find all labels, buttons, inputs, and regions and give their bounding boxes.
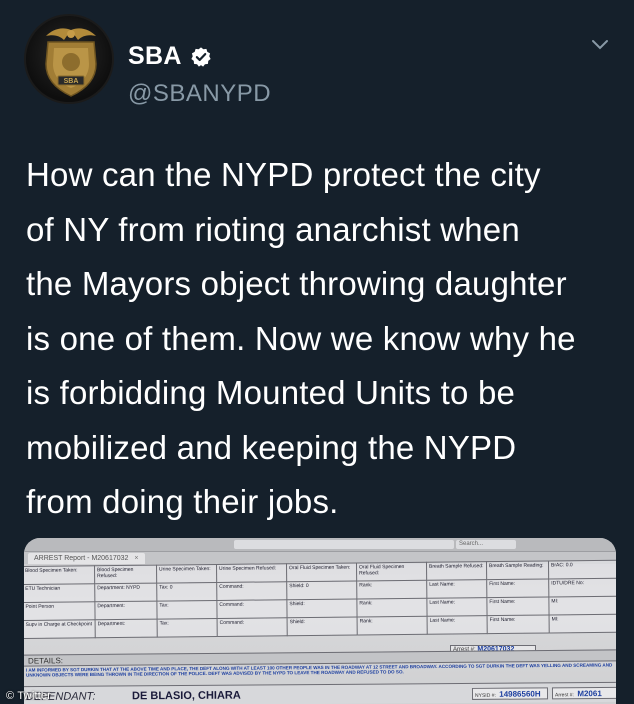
chevron-down-icon[interactable] xyxy=(590,38,610,52)
form-cell: Command: xyxy=(216,599,288,619)
arrest-form-table: Blood Specimen Taken: Blood Specimen Refu… xyxy=(24,560,616,639)
defendant-name: DE BLASIO, CHIARA xyxy=(131,689,241,703)
form-cell: First Name: xyxy=(486,578,549,598)
form-cell: Tax: xyxy=(156,600,218,620)
form-cell: Tax: 0 xyxy=(156,582,217,602)
form-cell: Supv in Charge at Checkpoint xyxy=(24,619,96,639)
form-cell: Blood Specimen Refused: xyxy=(94,565,157,584)
form-cell: Rank: xyxy=(356,580,427,599)
arrest-number-value-2: M2061 xyxy=(577,689,602,699)
name-row: SBA xyxy=(128,42,212,71)
browser-search: Search... xyxy=(456,540,516,549)
form-cell: Oral Fluid Specimen Taken: xyxy=(286,562,357,582)
browser-tab-label: ARREST Report - M20617032 xyxy=(34,555,129,562)
form-cell: Last Name: xyxy=(426,597,488,617)
form-cell: Command: xyxy=(217,617,288,637)
form-cell: BrAC: 0.0 xyxy=(548,560,616,579)
close-icon: × xyxy=(134,555,139,562)
form-cell: Last Name: xyxy=(426,579,487,599)
form-cell: Urine Specimen Taken: xyxy=(156,564,217,584)
form-cell: IDTU/DRE No: xyxy=(548,578,616,597)
form-cell: Blood Specimen Taken: xyxy=(24,565,95,585)
verified-check-icon xyxy=(190,46,212,68)
form-cell: Department: xyxy=(94,601,158,620)
nysid-field: NYSID #: 14986560H xyxy=(471,687,549,700)
browser-tab: ARREST Report - M20617032 × xyxy=(28,553,145,564)
form-cell: First Name: xyxy=(486,596,550,616)
form-cell: Department: NYPD xyxy=(94,583,157,602)
form-cell: MI: xyxy=(548,596,616,615)
tweet-image[interactable]: Search... ARREST Report - M20617032 × Blo… xyxy=(24,538,616,704)
form-cell: Rank: xyxy=(357,616,428,635)
handle[interactable]: @SBANYPD xyxy=(128,80,271,108)
address-bar xyxy=(234,540,454,549)
defendant-row: DEFENDANT: DE BLASIO, CHIARA NYSID #: 14… xyxy=(24,681,616,704)
form-cell: Point Person xyxy=(24,601,96,621)
form-cell: Shield: xyxy=(286,598,358,618)
form-cell: Department: xyxy=(95,619,158,638)
avatar[interactable]: SBA xyxy=(24,14,114,104)
form-cell: Command: xyxy=(216,581,287,601)
form-cell: Rank: xyxy=(356,598,428,617)
tweet-text: How can the NYPD protect the city of NY … xyxy=(26,156,576,520)
form-cell: Last Name: xyxy=(427,615,488,635)
twitter-watermark: © Twitter xyxy=(6,690,52,702)
form-cell: Shield: xyxy=(287,616,358,636)
form-cell: First Name: xyxy=(487,614,550,634)
arrest-number-field-2: Arrest #: M2061 xyxy=(551,686,616,700)
form-cell: ETU Technician xyxy=(24,583,95,603)
nysid-label: NYSID #: xyxy=(474,692,496,699)
sba-badge-icon: SBA xyxy=(45,28,97,97)
nysid-value: 14986560H xyxy=(499,689,541,699)
avatar-badge-text: SBA xyxy=(64,78,79,85)
form-cell: MI: xyxy=(549,614,616,633)
form-cell: Urine Specimen Refused: xyxy=(216,563,287,583)
browser-toolbar: Search... xyxy=(24,538,616,552)
tweet-header: SBA SBA @SBANYPD xyxy=(24,14,614,124)
form-cell: Breath Sample Reading: xyxy=(486,560,549,580)
form-cell: Oral Fluid Specimen Refused: xyxy=(356,562,427,581)
display-name[interactable]: SBA xyxy=(128,42,182,71)
form-cell: Breath Sample Refused: xyxy=(426,561,487,581)
arrest-number-label-2: Arrest #: xyxy=(554,692,574,699)
form-cell: Shield: 0 xyxy=(286,580,357,600)
form-cell: Tax: xyxy=(157,618,218,638)
